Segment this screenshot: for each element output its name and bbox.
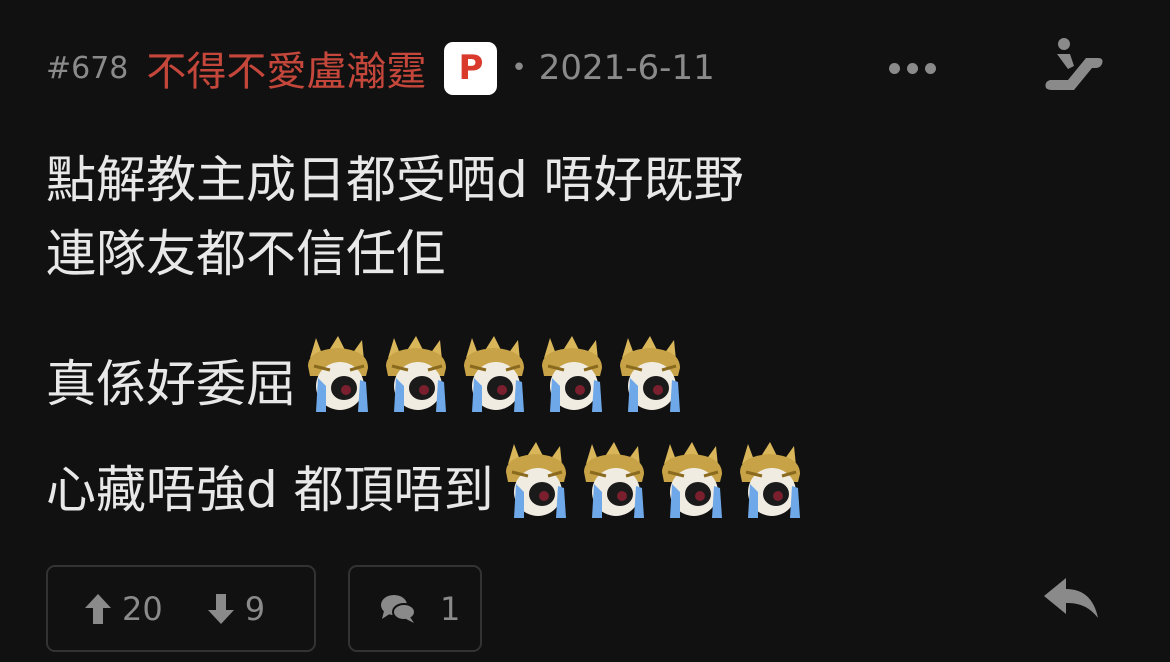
more-dot bbox=[906, 62, 918, 74]
crying-character-emoji bbox=[732, 442, 808, 520]
more-horizontal-icon bbox=[888, 62, 900, 74]
downvote-count: 9 bbox=[244, 589, 266, 628]
upvote-count: 20 bbox=[122, 589, 163, 628]
separator-dot: • bbox=[511, 53, 527, 83]
crying-character-emoji bbox=[654, 442, 730, 520]
crying-character-emoji bbox=[300, 336, 376, 414]
content-line-text: 點解教主成日都受哂d 唔好既野 bbox=[46, 151, 744, 209]
comment-count: 1 bbox=[440, 589, 461, 628]
username-link[interactable]: 不得不愛盧瀚霆 bbox=[146, 39, 426, 97]
content-line-text: 連隊友都不信任佢 bbox=[46, 225, 446, 283]
crying-character-emoji bbox=[456, 336, 532, 414]
post-header: #678 不得不愛盧瀚霆 P • 2021-6-11 bbox=[46, 38, 715, 98]
crying-character-emoji bbox=[534, 336, 610, 414]
post-content: 點解教主成日都受哂d 唔好既野 連隊友都不信任佢 真係好委屈 心藏唔強d 都頂唔… bbox=[46, 150, 1126, 520]
content-line: 心藏唔強d 都頂唔到 bbox=[46, 414, 1126, 520]
comment-button[interactable]: 1 bbox=[348, 565, 482, 652]
vote-box: 20 9 bbox=[46, 565, 316, 652]
emoji-group bbox=[498, 442, 808, 520]
reply-arrow-icon[interactable] bbox=[1040, 574, 1102, 628]
content-line: 真係好委屈 bbox=[46, 308, 1126, 414]
post-date: 2021-6-11 bbox=[538, 48, 715, 88]
content-line-text: 真係好委屈 bbox=[46, 355, 296, 413]
crying-character-emoji bbox=[378, 336, 454, 414]
crying-character-emoji bbox=[576, 442, 652, 520]
downvote-button[interactable]: 9 bbox=[207, 590, 265, 628]
more-dot bbox=[924, 62, 936, 74]
post-card: #678 不得不愛盧瀚霆 P • 2021-6-11 點解教主成日都受哂d 唔好… bbox=[0, 0, 1170, 662]
content-line: 連隊友都不信任佢 bbox=[46, 224, 1126, 308]
emoji-group bbox=[300, 336, 688, 414]
arrow-up-icon bbox=[85, 593, 111, 624]
post-number[interactable]: #678 bbox=[46, 51, 128, 86]
content-line-text: 心藏唔強d 都頂唔到 bbox=[46, 461, 494, 519]
arrow-down-icon bbox=[207, 593, 234, 624]
comment-bubbles-icon bbox=[381, 594, 416, 623]
crying-character-emoji bbox=[498, 442, 574, 520]
escalator-icon[interactable] bbox=[1040, 36, 1106, 98]
content-line: 點解教主成日都受哂d 唔好既野 bbox=[46, 150, 1126, 224]
more-options-button[interactable] bbox=[882, 50, 942, 86]
crying-character-emoji bbox=[612, 336, 688, 414]
user-badge: P bbox=[444, 41, 498, 95]
upvote-button[interactable]: 20 bbox=[84, 590, 163, 628]
